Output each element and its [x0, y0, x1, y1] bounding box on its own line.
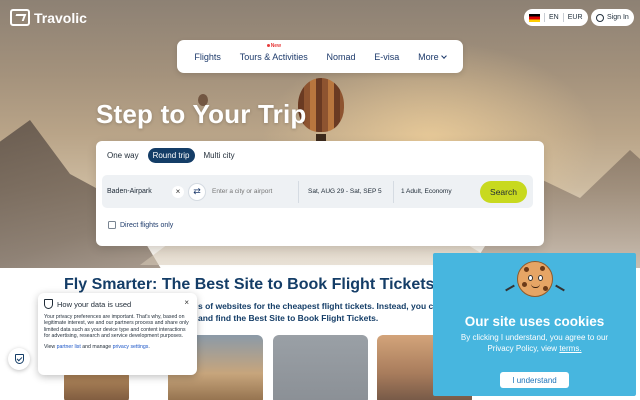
privacy-settings-button[interactable]: [8, 348, 30, 370]
destination-image[interactable]: [273, 335, 368, 400]
swap-icon[interactable]: ⇄: [188, 182, 206, 201]
flight-search-card: One way Round trip Multi city Baden-Airp…: [96, 141, 544, 246]
nav-more[interactable]: More: [418, 51, 447, 62]
cookie-chip: [524, 267, 529, 272]
cookie-arm-left: [505, 284, 515, 292]
travolic-logo-icon: [10, 9, 30, 26]
cookie-chip: [540, 266, 545, 271]
currency-code: EUR: [567, 14, 583, 21]
sign-in-button[interactable]: Sign In: [591, 9, 634, 26]
trip-type-tabs: One way Round trip Multi city: [102, 148, 240, 163]
section-text-line: and find the Best Site to Book Flight Ti…: [198, 313, 379, 323]
section-title: Fly Smarter: The Best Site to Book Fligh…: [64, 276, 444, 293]
brand-name: Travolic: [34, 9, 87, 26]
language-currency-selector[interactable]: EN EUR: [524, 9, 588, 26]
shield-icon: [44, 299, 53, 309]
cookie-eye: [538, 275, 543, 281]
cookie-title: Our site uses cookies: [464, 314, 605, 329]
cookie-text: By clicking I understand, you agree to o…: [453, 332, 616, 354]
privacy-links-suffix: .: [148, 343, 150, 350]
partner-list-link[interactable]: partner list: [57, 344, 81, 350]
divider: [544, 13, 545, 22]
cookie-consent-panel: Our site uses cookies By clicking I unde…: [433, 253, 636, 396]
hero-title: Step to Your Trip: [96, 99, 307, 129]
search-fields-row: Baden-Airpark × ⇄ Sat, AUG 29 - Sat, SEP…: [102, 175, 533, 208]
cookie-mouth: [531, 284, 540, 288]
nav-tours-label: Tours & Activities: [239, 51, 308, 62]
new-badge: New: [267, 43, 281, 49]
tab-multi-city[interactable]: Multi city: [199, 148, 240, 163]
nav-nomad[interactable]: Nomad: [327, 52, 356, 62]
cookie-mascot-icon: [517, 261, 553, 297]
privacy-title: How your data is used: [57, 299, 132, 309]
cookie-text-body: By clicking I understand, you agree to o…: [460, 333, 609, 353]
tab-one-way[interactable]: One way: [102, 148, 144, 163]
privacy-links-mid: and manage: [82, 343, 112, 350]
privacy-notice-popup: How your data is used × Your privacy pre…: [38, 293, 197, 375]
terms-link[interactable]: terms.: [559, 344, 581, 353]
main-nav: Flights New Tours & Activities Nomad E-v…: [177, 40, 463, 73]
search-button[interactable]: Search: [480, 180, 527, 203]
cookie-chip: [543, 286, 548, 291]
checkbox-box[interactable]: [108, 221, 116, 229]
date-range-field[interactable]: Sat, AUG 29 - Sat, SEP 5: [299, 188, 393, 195]
privacy-settings-link[interactable]: privacy settings: [113, 344, 149, 350]
divider: [562, 13, 564, 22]
nav-flights[interactable]: Flights: [194, 52, 221, 62]
i-understand-button[interactable]: I understand: [500, 372, 569, 388]
direct-flights-checkbox[interactable]: Direct flights only: [108, 221, 173, 229]
direct-flights-label: Direct flights only: [120, 221, 174, 229]
tab-round-trip[interactable]: Round trip: [147, 148, 195, 163]
privacy-body: Your privacy preferences are important. …: [44, 314, 189, 340]
passengers-field[interactable]: 1 Adult, Economy: [394, 188, 471, 195]
sign-in-label: Sign In: [607, 14, 629, 21]
section-description: s of websites for the cheapest flight ti…: [198, 300, 438, 324]
germany-flag-icon: [529, 13, 540, 22]
user-icon: [596, 13, 604, 22]
privacy-links: View partner list and manage privacy set…: [44, 344, 191, 350]
close-icon[interactable]: ×: [184, 298, 189, 307]
cookie-eye: [528, 275, 533, 281]
cookie-arm-right: [555, 284, 565, 292]
shield-check-icon: [14, 354, 24, 364]
language-code: EN: [549, 14, 559, 21]
destination-image[interactable]: [64, 372, 129, 400]
brand-logo[interactable]: Travolic: [10, 9, 87, 26]
privacy-header: How your data is used: [44, 299, 191, 309]
privacy-links-prefix: View: [44, 343, 56, 350]
chevron-down-icon: [440, 52, 447, 59]
clear-origin-icon[interactable]: ×: [172, 185, 184, 198]
balloon-basket: [316, 134, 326, 141]
destination-input[interactable]: [212, 188, 298, 195]
origin-field[interactable]: Baden-Airpark: [102, 188, 172, 195]
section-text-line: s of websites for the cheapest flight ti…: [198, 301, 434, 311]
nav-tours-activities[interactable]: New Tours & Activities: [239, 43, 308, 62]
nav-more-label: More: [418, 51, 439, 62]
cookie-chip: [522, 282, 527, 287]
nav-evisa[interactable]: E-visa: [374, 52, 399, 62]
